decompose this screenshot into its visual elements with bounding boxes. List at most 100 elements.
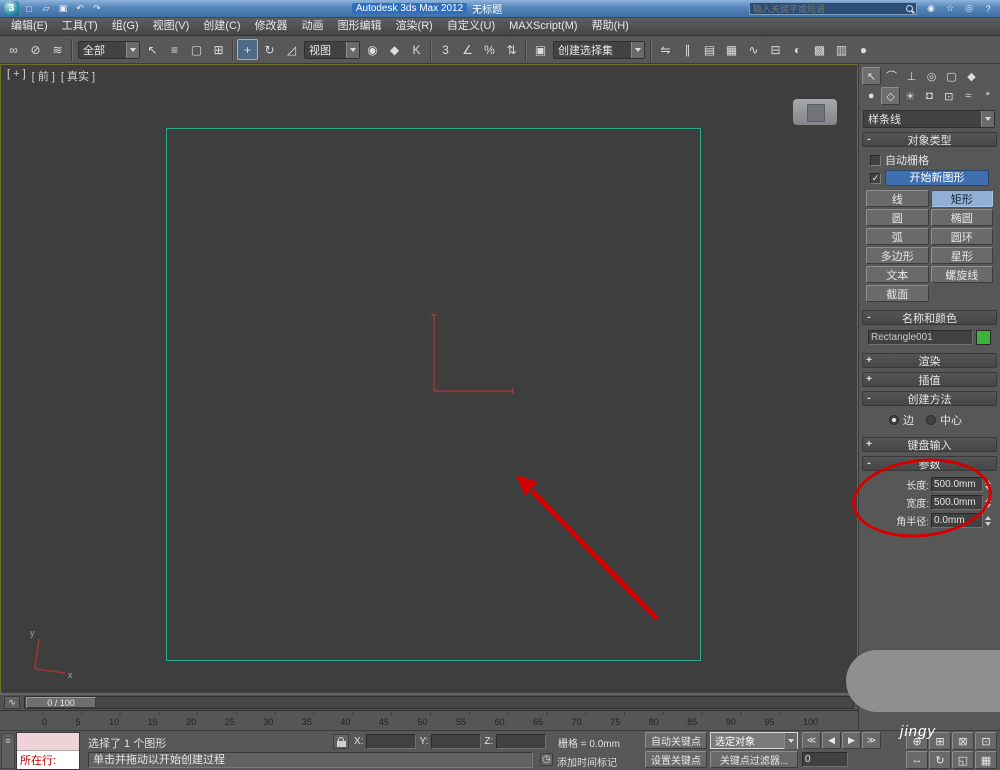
select-and-manipulate-icon[interactable]: ◆	[384, 39, 405, 60]
space-warps-category-icon[interactable]: ≈	[959, 87, 977, 105]
save-file-icon[interactable]: ▣	[55, 2, 71, 16]
adaptive-degradation-icon[interactable]: ▦	[975, 751, 997, 769]
edge-radio[interactable]	[889, 415, 899, 425]
spinner-up-down[interactable]	[985, 497, 991, 508]
select-object-icon[interactable]: ↖	[142, 39, 163, 60]
current-frame-field[interactable]: 0	[802, 752, 848, 767]
parameter-value-field[interactable]: 500.0mm	[931, 477, 983, 492]
selection-filter-dropdown[interactable]: 全部	[78, 40, 140, 59]
start-new-shape-checkbox[interactable]: ✓	[870, 172, 881, 184]
display-tab-icon[interactable]: ▢	[942, 67, 961, 85]
redo-icon[interactable]: ↷	[89, 2, 105, 16]
rectangular-selection-region-icon[interactable]: ▢	[186, 39, 207, 60]
parameter-value-field[interactable]: 0.0mm	[931, 513, 983, 528]
select-and-link-icon[interactable]: ∞	[3, 39, 24, 60]
menu-item[interactable]: 视图(V)	[146, 18, 197, 35]
modify-tab-icon[interactable]: ⌒	[882, 67, 901, 85]
viewcube[interactable]	[793, 99, 837, 125]
motion-tab-icon[interactable]: ◎	[922, 67, 941, 85]
object-type-rollout-header[interactable]: - 对象类型	[862, 132, 997, 147]
maxscript-mini-listener[interactable]: 所在行:	[16, 732, 80, 770]
mirror-icon[interactable]: ⇋	[655, 39, 676, 60]
search-input[interactable]	[753, 3, 903, 14]
interpolation-rollout-header[interactable]: + 插值	[862, 372, 997, 387]
ellipse-button[interactable]: 椭圆	[930, 209, 993, 226]
dropdown-arrow-icon[interactable]	[981, 111, 994, 127]
selection-lock-toggle[interactable]	[333, 734, 349, 749]
app-logo-icon[interactable]: 3	[4, 1, 19, 16]
time-slider-track[interactable]: 0 / 100	[24, 696, 854, 709]
use-pivot-point-center-icon[interactable]: ◉	[362, 39, 383, 60]
snap-toggle-3d-icon[interactable]: 3	[435, 39, 456, 60]
render-setup-icon[interactable]: ▩	[809, 39, 830, 60]
menu-item[interactable]: 修改器	[248, 18, 295, 35]
auto-key-toggle[interactable]: 自动关键点	[645, 732, 707, 749]
keyboard-entry-rollout-header[interactable]: + 键盘输入	[862, 437, 997, 452]
systems-category-icon[interactable]: *	[979, 87, 997, 105]
select-and-move-icon[interactable]: +	[237, 39, 258, 60]
star-button[interactable]: 星形	[930, 247, 993, 264]
add-time-tag-button[interactable]: 添加时间标记	[557, 754, 617, 769]
orbit-icon[interactable]: ↻	[929, 751, 951, 769]
select-by-name-icon[interactable]: ≡	[164, 39, 185, 60]
object-color-swatch[interactable]	[976, 330, 991, 345]
dropdown-arrow-icon[interactable]	[631, 41, 644, 58]
shape-category-dropdown[interactable]: 样条线	[863, 110, 995, 128]
helix-button[interactable]: 螺旋线	[930, 266, 993, 283]
keyboard-shortcut-override-icon[interactable]: K	[406, 39, 427, 60]
geometry-category-icon[interactable]: ●	[862, 87, 880, 105]
key-filters-button[interactable]: 关键点过滤器...	[710, 751, 798, 768]
angle-snap-icon[interactable]: ∠	[457, 39, 478, 60]
shapes-category-icon[interactable]: ◇	[881, 87, 900, 105]
time-slider-handle[interactable]: 0 / 100	[26, 697, 96, 708]
rendering-rollout-header[interactable]: + 渲染	[862, 353, 997, 368]
mini-listener-macro-pane[interactable]	[17, 733, 79, 751]
viewport-menu-label[interactable]: [ + ]	[7, 68, 26, 84]
parameters-rollout-header[interactable]: - 参数	[862, 456, 997, 471]
rendered-frame-window-icon[interactable]: ▥	[831, 39, 852, 60]
start-new-shape-button[interactable]: 开始新图形	[885, 170, 989, 186]
utilities-tab-icon[interactable]: ◆	[962, 67, 981, 85]
undo-icon[interactable]: ↶	[72, 2, 88, 16]
zoom-region-icon[interactable]: ⊡	[975, 732, 997, 750]
menu-item[interactable]: 创建(C)	[196, 18, 247, 35]
reference-coordinate-dropdown[interactable]: 视图	[304, 40, 360, 59]
material-editor-icon[interactable]: ◐	[787, 39, 808, 60]
zoom-extents-all-icon[interactable]: ⊠	[952, 732, 974, 750]
new-scene-icon[interactable]: □	[21, 2, 37, 16]
object-name-input[interactable]	[868, 330, 973, 345]
menu-item[interactable]: 图形编辑	[331, 18, 389, 35]
window-crossing-icon[interactable]: ⊞	[208, 39, 229, 60]
create-tab-icon[interactable]: ↖	[862, 67, 881, 85]
named-selection-set-dropdown[interactable]: 创建选择集	[553, 40, 645, 59]
track-bar[interactable]: 0 5 10 15 20 25 30 35 40 45 50 55 60 65 70 75 80 85 90 95 10…	[0, 710, 858, 730]
text-button[interactable]: 文本	[866, 266, 929, 283]
line-button[interactable]: 线	[866, 190, 929, 207]
curve-editor-icon[interactable]: ∿	[743, 39, 764, 60]
menu-item[interactable]: MAXScript(M)	[502, 18, 584, 35]
sign-in-icon[interactable]: ◉	[923, 2, 939, 16]
viewport-menu-label[interactable]: [ 真实 ]	[61, 68, 95, 84]
play-button[interactable]: ▶	[842, 732, 861, 749]
menu-item[interactable]: 动画	[295, 18, 331, 35]
previous-frame-button[interactable]: ◀	[822, 732, 841, 749]
cameras-category-icon[interactable]: ◘	[920, 87, 938, 105]
rectangle-shape[interactable]	[166, 128, 701, 661]
spinner-snap-icon[interactable]: ⇅	[501, 39, 522, 60]
bind-to-space-warp-icon[interactable]: ≋	[47, 39, 68, 60]
spinner-up-down[interactable]	[985, 479, 991, 490]
menu-item[interactable]: 编辑(E)	[4, 18, 55, 35]
dropdown-arrow-icon[interactable]	[784, 732, 797, 749]
unlink-selection-icon[interactable]: ⊘	[25, 39, 46, 60]
graphite-modeling-tools-icon[interactable]: ▦	[721, 39, 742, 60]
front-viewport[interactable]: [ + ] [ 前 ] [ 真实 ] x y	[0, 64, 858, 694]
pan-icon[interactable]: ↔	[906, 751, 928, 769]
circle-button[interactable]: 圆	[866, 209, 929, 226]
select-and-rotate-icon[interactable]: ↻	[259, 39, 280, 60]
go-to-end-button[interactable]: ≫	[862, 732, 881, 749]
rectangle-button[interactable]: 矩形	[930, 190, 993, 207]
hierarchy-tab-icon[interactable]: ⊥	[902, 67, 921, 85]
open-file-icon[interactable]: ▱	[38, 2, 54, 16]
menu-item[interactable]: 工具(T)	[55, 18, 105, 35]
parameter-value-field[interactable]: 500.0mm	[931, 495, 983, 510]
